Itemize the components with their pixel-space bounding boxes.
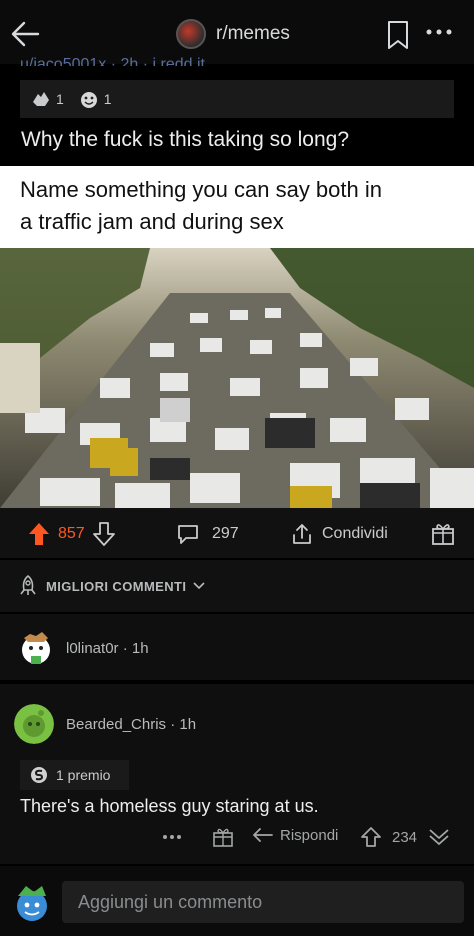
chevron-down-icon [193, 582, 205, 590]
award-label: 1 premio [56, 767, 111, 783]
meta-separator: · [122, 640, 132, 657]
upvote-arrow-icon[interactable] [360, 826, 382, 848]
post-author-line: u/jaco5001x · 2h · i.redd.it [20, 56, 205, 66]
back-arrow-icon[interactable] [8, 16, 44, 52]
vote-control: 857 [28, 522, 115, 546]
more-options-icon[interactable] [424, 26, 454, 38]
comment-username[interactable]: l0linat0r [66, 640, 119, 657]
reply-arrow-icon [253, 828, 273, 842]
upvote-count: 857 [58, 525, 85, 542]
sort-label: MIGLIORI COMMENTI [46, 578, 187, 594]
rocket-icon [20, 575, 36, 595]
gift-award-icon[interactable] [212, 826, 234, 848]
subreddit-name: r/memes [216, 23, 290, 44]
award-count: 1 [56, 91, 64, 107]
comment-sort-selector[interactable]: MIGLIORI COMMENTI [0, 560, 474, 612]
avatar[interactable] [12, 880, 52, 924]
bookmark-icon[interactable] [386, 20, 410, 50]
comment-age: 1h [131, 640, 149, 657]
comment-item[interactable]: l0linat0r · 1h [0, 614, 474, 680]
avatar[interactable] [14, 704, 54, 744]
share-button[interactable]: Condividi [290, 522, 388, 546]
meme-caption-line: Name something you can say both in [20, 177, 382, 202]
collapse-chevron-icon[interactable] [427, 826, 451, 848]
comment-meta: Bearded_Chris · 1h [66, 716, 196, 733]
comment-actions: Rispondi 234 [0, 824, 474, 854]
traffic-jam-photo [0, 248, 474, 508]
post-action-bar: 857 297 Condividi [0, 508, 474, 558]
comment-username[interactable]: Bearded_Chris [66, 716, 166, 733]
award-item: 1 [30, 88, 64, 110]
vote-control: 234 [360, 826, 451, 848]
comment-award-badge[interactable]: 1 premio [20, 760, 129, 790]
more-options-icon[interactable] [162, 834, 182, 840]
upvote-arrow-icon[interactable] [28, 522, 50, 546]
reply-label: Rispondi [280, 826, 339, 844]
hands-award-icon [33, 92, 49, 106]
post-image[interactable]: Name something you can say both in a tra… [0, 166, 474, 508]
subreddit-header[interactable]: r/memes [176, 18, 290, 50]
top-bar: r/memes [0, 0, 474, 64]
downvote-arrow-icon[interactable] [92, 522, 115, 546]
gift-award-icon[interactable] [430, 520, 456, 546]
comment-composer-bar: Aggiungi un commento [0, 866, 474, 936]
comment-age: 1h [179, 716, 197, 733]
silver-award-icon [31, 767, 47, 783]
post-title: Why the fuck is this taking so long? [21, 128, 349, 151]
reply-button[interactable]: Rispondi [252, 826, 338, 844]
comment-count: 297 [212, 525, 239, 542]
comment-score: 234 [392, 828, 418, 846]
comment-item: Bearded_Chris · 1h 1 premio There's a ho… [0, 684, 474, 864]
post-awards[interactable]: 1 1 [20, 80, 454, 118]
meme-caption-line: a traffic jam and during sex [20, 209, 284, 234]
award-item: 1 [78, 88, 112, 110]
meme-caption: Name something you can say both in a tra… [0, 166, 474, 248]
avatar[interactable] [14, 626, 58, 670]
wholesome-award-icon [80, 92, 97, 108]
comment-body: There's a homeless guy staring at us. [20, 796, 319, 816]
add-comment-input[interactable]: Aggiungi un commento [62, 881, 464, 923]
subreddit-icon [176, 19, 206, 49]
share-icon [293, 524, 311, 544]
comments-button[interactable]: 297 [176, 522, 239, 546]
comment-meta: l0linat0r · 1h [66, 640, 149, 657]
share-label: Condividi [322, 525, 388, 542]
award-count: 1 [103, 91, 112, 107]
comment-bubble-icon [178, 525, 198, 544]
